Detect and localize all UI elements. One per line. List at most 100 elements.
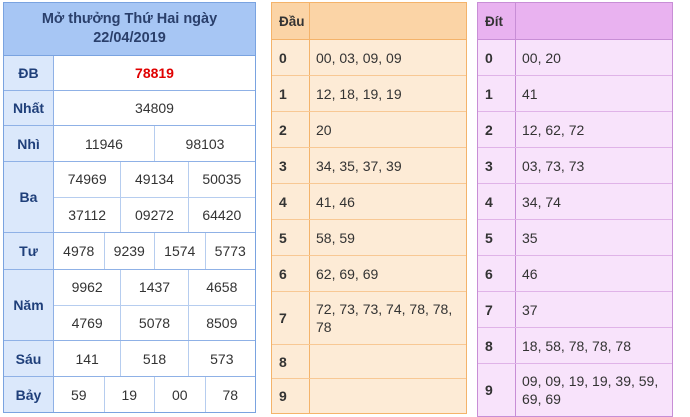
head-values: 20 (316, 121, 332, 138)
prize-number: 00 (154, 377, 205, 412)
prize-number: 4769 (71, 314, 103, 331)
tail-row: 6 46 (478, 256, 672, 292)
tail-digit: 1 (478, 76, 516, 111)
head-values: 58, 59 (316, 229, 355, 246)
prize-number: 9239 (103, 233, 155, 269)
prize-number: 50035 (187, 162, 255, 197)
prize-row-third: Ba 74969 49134 50035 37112 09272 64420 (4, 162, 255, 233)
tail-row: 9 09, 09, 19, 19, 39, 59, 69, 69 (478, 364, 672, 416)
prize-row-special: ĐB 78819 (4, 56, 255, 91)
prize-number: 5078 (120, 305, 187, 340)
head-row: 2 20 (272, 112, 466, 148)
prize-label: ĐB (4, 56, 54, 90)
tail-values: 46 (522, 265, 538, 282)
tail-values: 37 (522, 301, 538, 318)
head-row: 9 (272, 379, 466, 413)
prize-label: Sáu (4, 341, 54, 376)
results-title-line1: Mở thưởng Thứ Hai ngày (41, 11, 218, 27)
prize-number: 518 (120, 341, 187, 376)
tail-digit: 5 (478, 220, 516, 255)
tail-values: 34, 74 (522, 193, 561, 210)
prize-label: Ba (4, 162, 54, 232)
head-values: 00, 03, 09, 09 (316, 49, 402, 66)
tail-digit: 4 (478, 184, 516, 219)
head-values (310, 379, 466, 413)
head-digit: 7 (272, 292, 310, 344)
head-row: 6 62, 69, 69 (272, 256, 466, 292)
prize-number: 59 (70, 386, 87, 403)
tail-row: 0 00, 20 (478, 40, 672, 76)
head-digit: 4 (272, 184, 310, 219)
head-values: 72, 73, 73, 74, 78, 78, 78 (316, 301, 453, 335)
tail-row: 8 18, 58, 78, 78, 78 (478, 328, 672, 364)
head-values: 12, 18, 19, 19 (316, 85, 402, 102)
tail-values: 09, 09, 19, 19, 39, 59, 69, 69 (522, 373, 659, 407)
prize-number: 78819 (135, 65, 174, 81)
lottery-results-table: Mở thưởng Thứ Hai ngày 22/04/2019 ĐB 788… (3, 2, 256, 413)
tail-digit: 3 (478, 148, 516, 183)
head-row: 5 58, 59 (272, 220, 466, 256)
prize-label: Nhì (4, 126, 54, 161)
prize-row-fifth: Năm 9962 1437 4658 4769 5078 8509 (4, 270, 255, 341)
tail-digit: 7 (478, 292, 516, 327)
prize-number: 4658 (187, 270, 255, 305)
prize-number: 49134 (120, 162, 187, 197)
tail-values: 18, 58, 78, 78, 78 (522, 337, 631, 354)
prize-row-second: Nhì 11946 98103 (4, 126, 255, 162)
head-row: 8 (272, 345, 466, 379)
tail-row: 4 34, 74 (478, 184, 672, 220)
head-digit: 0 (272, 40, 310, 75)
tail-digit: 0 (478, 40, 516, 75)
head-values: 62, 69, 69 (316, 265, 379, 282)
prize-number: 19 (103, 377, 155, 412)
head-digit: 9 (272, 379, 310, 413)
tail-values: 00, 20 (522, 49, 561, 66)
prize-label: Nhất (4, 91, 54, 125)
tail-digit: 8 (478, 328, 516, 363)
head-row: 4 41, 46 (272, 184, 466, 220)
results-title: Mở thưởng Thứ Hai ngày 22/04/2019 (4, 3, 255, 56)
prize-number: 98103 (154, 126, 255, 161)
prize-number: 74969 (67, 171, 107, 188)
prize-number: 09272 (120, 197, 187, 232)
head-digit: 2 (272, 112, 310, 147)
results-draw-date: 22/04/2019 (93, 30, 166, 46)
prize-number: 78 (204, 377, 256, 412)
head-digit: 1 (272, 76, 310, 111)
tail-row: 3 03, 73, 73 (478, 148, 672, 184)
tail-row: 2 12, 62, 72 (478, 112, 672, 148)
tail-digit: 6 (478, 256, 516, 291)
tail-values: 41 (522, 85, 538, 102)
prize-row-sixth: Sáu 141 518 573 (4, 341, 255, 377)
prize-row-seventh: Bảy 59 19 00 78 (4, 377, 255, 412)
head-digit: 6 (272, 256, 310, 291)
tail-row: 1 41 (478, 76, 672, 112)
tail-row: 5 35 (478, 220, 672, 256)
prize-number: 34809 (135, 100, 174, 116)
prize-number: 9962 (71, 279, 103, 296)
prize-label: Bảy (4, 377, 54, 412)
prize-label: Năm (4, 270, 54, 340)
prize-row-fourth: Tư 4978 9239 1574 5773 (4, 233, 255, 270)
prize-number: 573 (187, 341, 255, 376)
tail-digit: 9 (478, 364, 516, 416)
tail-digit-table: Đít 0 00, 20 1 41 2 12, 62, 72 3 03, 73, 73 … (477, 2, 673, 417)
prize-number: 141 (75, 350, 99, 367)
prize-label: Tư (4, 233, 54, 269)
prize-number: 4978 (63, 243, 95, 259)
head-row: 1 12, 18, 19, 19 (272, 76, 466, 112)
head-table-title: Đầu (272, 3, 310, 39)
head-row: 7 72, 73, 73, 74, 78, 78, 78 (272, 292, 466, 345)
tail-table-header: Đít (478, 3, 672, 40)
prize-number: 5773 (204, 233, 256, 269)
head-digit: 8 (272, 345, 310, 378)
tail-digit: 2 (478, 112, 516, 147)
prize-number: 11946 (85, 135, 123, 152)
tail-values: 03, 73, 73 (522, 157, 585, 174)
head-digit: 3 (272, 148, 310, 183)
head-row: 0 00, 03, 09, 09 (272, 40, 466, 76)
prize-number: 8509 (187, 305, 255, 340)
prize-number: 1437 (120, 270, 187, 305)
tail-values: 12, 62, 72 (522, 121, 585, 138)
prize-number: 1574 (154, 233, 205, 269)
